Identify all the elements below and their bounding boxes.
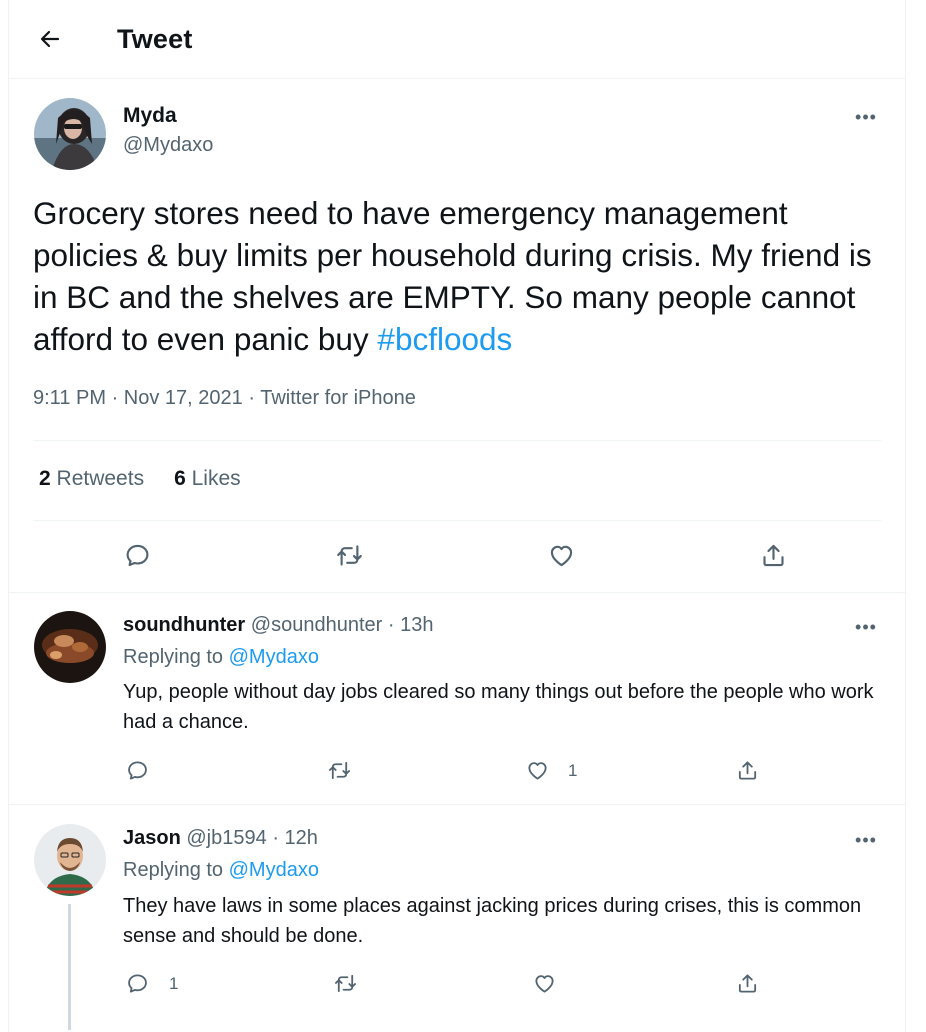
tweet-source[interactable]: Twitter for iPhone	[260, 387, 416, 409]
retweet-label: Retweets	[56, 467, 145, 490]
page-header: Tweet	[9, 0, 905, 79]
like-label: Likes	[191, 467, 241, 490]
hashtag-link[interactable]: #bcfloods	[377, 321, 512, 357]
share-button[interactable]	[727, 750, 767, 790]
replying-label: Replying to	[123, 646, 224, 668]
mention-link[interactable]: @Mydaxo	[229, 859, 319, 881]
mention-link[interactable]: @Mydaxo	[229, 646, 319, 668]
reply-author-handle[interactable]: @jb1594	[186, 827, 266, 849]
separator	[9, 804, 905, 805]
tweet-metadata: 9:11 PM · Nov 17, 2021 · Twitter for iPh…	[33, 387, 416, 410]
avatar[interactable]	[34, 611, 106, 683]
replying-label: Replying to	[123, 859, 224, 881]
more-options-button[interactable]: •••	[849, 614, 883, 640]
more-icon: •••	[855, 106, 877, 127]
reply-time[interactable]: 12h	[285, 827, 318, 849]
replying-to: Replying to @Mydaxo	[123, 646, 319, 669]
share-button[interactable]	[753, 535, 793, 575]
more-options-button[interactable]: •••	[849, 104, 883, 130]
more-icon: •••	[855, 616, 877, 637]
reply-author-handle[interactable]: @soundhunter	[251, 614, 383, 636]
like-button[interactable]	[541, 535, 581, 575]
retweets-stat[interactable]: 2 Retweets	[39, 467, 144, 491]
retweet-icon	[328, 761, 350, 779]
author-name[interactable]: Myda	[123, 104, 177, 128]
more-options-button[interactable]: •••	[849, 827, 883, 853]
like-icon	[527, 761, 547, 780]
arrow-left-icon	[40, 30, 60, 48]
share-icon	[762, 544, 784, 566]
reply-icon	[126, 544, 148, 566]
retweet-button[interactable]	[329, 535, 369, 575]
reply-icon	[127, 760, 147, 780]
tweet-detail-column: Tweet Myda @Mydaxo ••• Grocery stores ne…	[8, 0, 906, 1032]
meta-separator: ·	[111, 387, 119, 409]
share-button[interactable]	[727, 963, 767, 1003]
meta-separator: ·	[387, 614, 395, 636]
likes-stat[interactable]: 6 Likes	[174, 467, 241, 491]
like-count: 6	[174, 467, 186, 490]
reply-icon	[127, 973, 147, 993]
reply-button[interactable]	[117, 750, 157, 790]
reply-header: soundhunter @soundhunter · 13h	[123, 614, 433, 637]
tweet-date[interactable]: Nov 17, 2021	[124, 387, 243, 409]
separator	[9, 592, 905, 593]
tweet-text: Grocery stores need to have emergency ma…	[33, 192, 883, 360]
reply-count: 1	[169, 974, 179, 993]
share-icon	[738, 973, 756, 993]
share-icon	[738, 760, 756, 780]
page-title: Tweet	[117, 24, 193, 54]
reply-text: Yup, people without day jobs cleared so …	[123, 681, 874, 733]
engagement-stats: 2 Retweets 6 Likes	[39, 467, 241, 491]
retweet-button[interactable]	[319, 750, 359, 790]
thread-connector	[68, 904, 71, 1030]
like-count: 1	[568, 761, 578, 780]
reply-button[interactable]	[117, 963, 157, 1003]
retweet-icon	[336, 544, 362, 566]
replying-to: Replying to @Mydaxo	[123, 859, 319, 882]
like-button[interactable]	[517, 750, 557, 790]
tweet-time[interactable]: 9:11 PM	[33, 387, 106, 409]
divider	[33, 440, 881, 441]
retweet-count: 2	[39, 467, 51, 490]
back-button[interactable]	[31, 20, 69, 58]
like-icon	[534, 974, 554, 993]
reply-text: They have laws in some places against ja…	[123, 895, 862, 947]
like-icon	[550, 545, 572, 566]
like-button[interactable]	[524, 963, 564, 1003]
reply-author-name[interactable]: Jason	[123, 827, 181, 849]
retweet-icon	[334, 974, 356, 992]
more-icon: •••	[855, 829, 877, 850]
retweet-button[interactable]	[325, 963, 365, 1003]
reply-time[interactable]: 13h	[400, 614, 433, 636]
reply-author-name[interactable]: soundhunter	[123, 614, 245, 636]
author-handle[interactable]: @Mydaxo	[123, 134, 213, 157]
meta-separator: ·	[272, 827, 279, 849]
meta-separator: ·	[248, 387, 256, 409]
reply-header: Jason @jb1594 · 12h	[123, 827, 318, 850]
avatar[interactable]	[34, 824, 106, 896]
reply-button[interactable]	[117, 535, 157, 575]
avatar[interactable]	[34, 98, 106, 170]
divider	[33, 520, 881, 521]
